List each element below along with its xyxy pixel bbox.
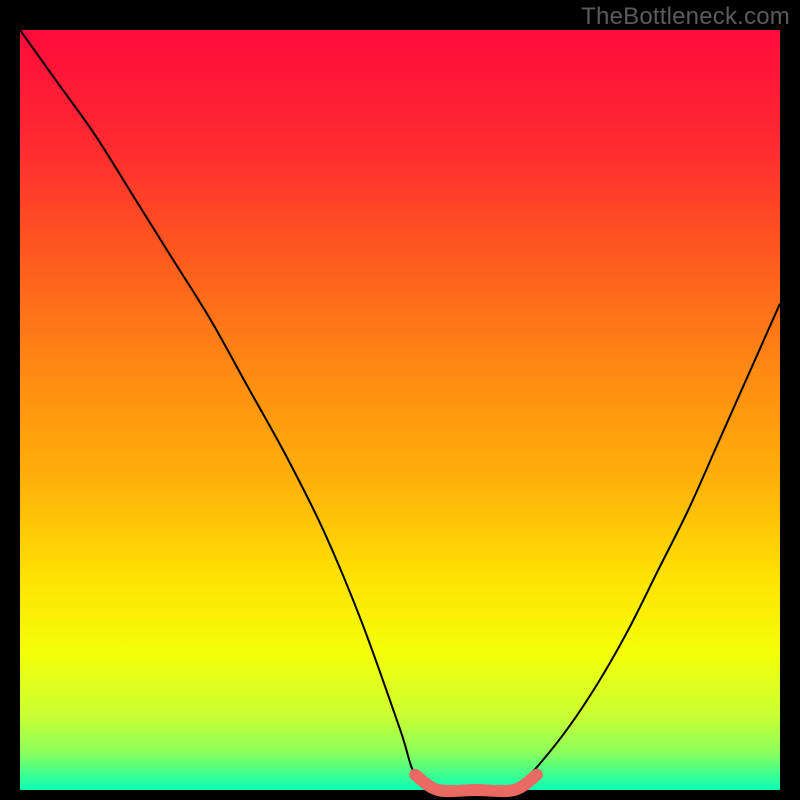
watermark-text: TheBottleneck.com bbox=[581, 3, 790, 31]
bottleneck-chart bbox=[0, 0, 800, 800]
plot-background bbox=[20, 30, 780, 790]
chart-frame: TheBottleneck.com bbox=[0, 0, 800, 800]
